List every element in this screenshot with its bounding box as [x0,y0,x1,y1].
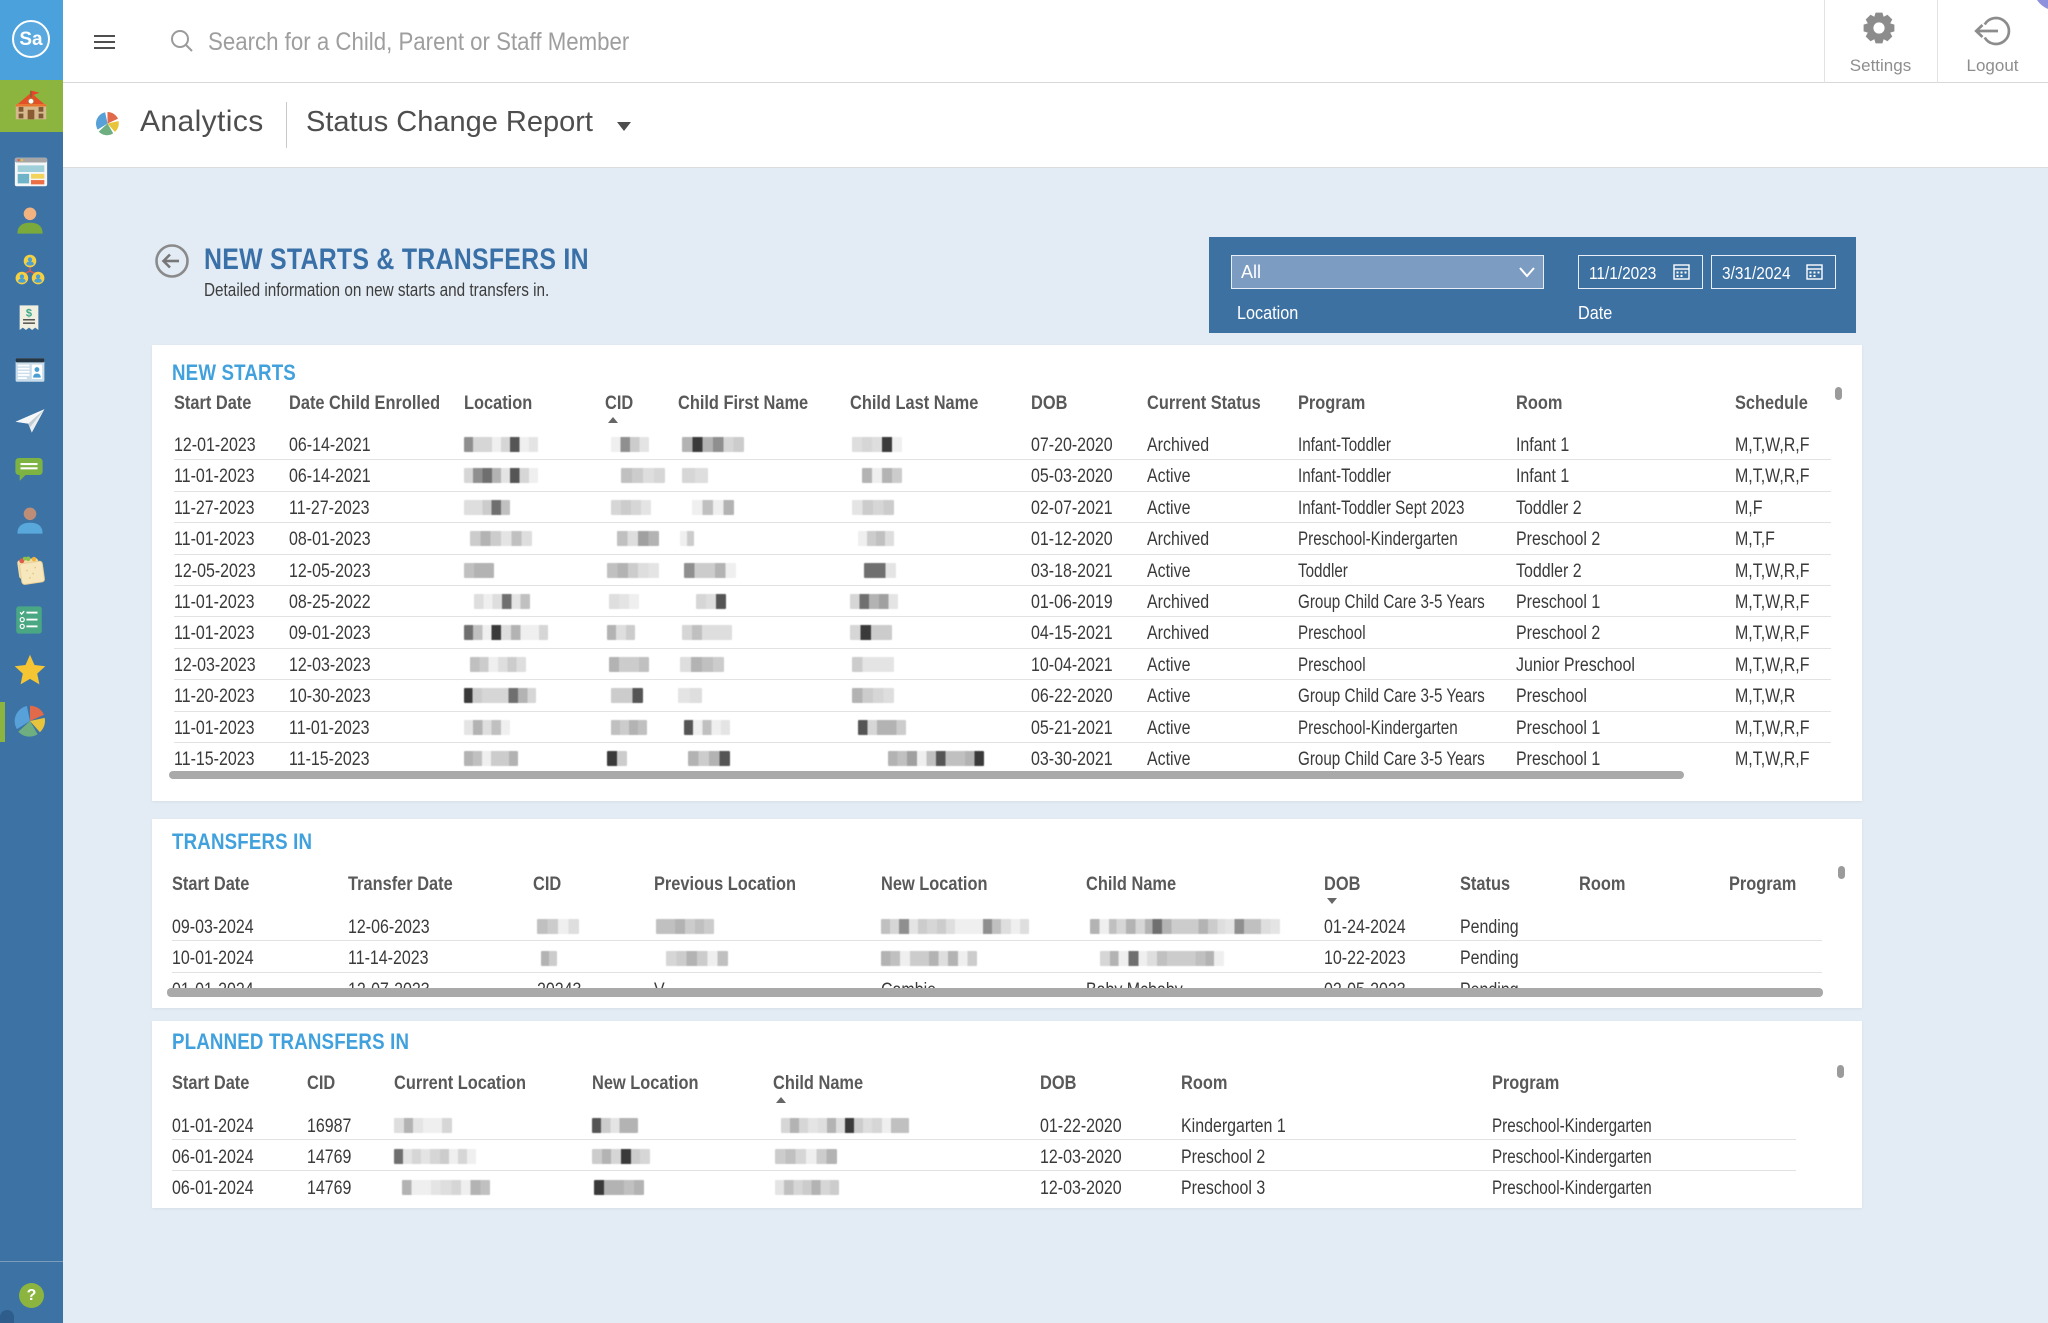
svg-text:$: $ [26,307,32,319]
